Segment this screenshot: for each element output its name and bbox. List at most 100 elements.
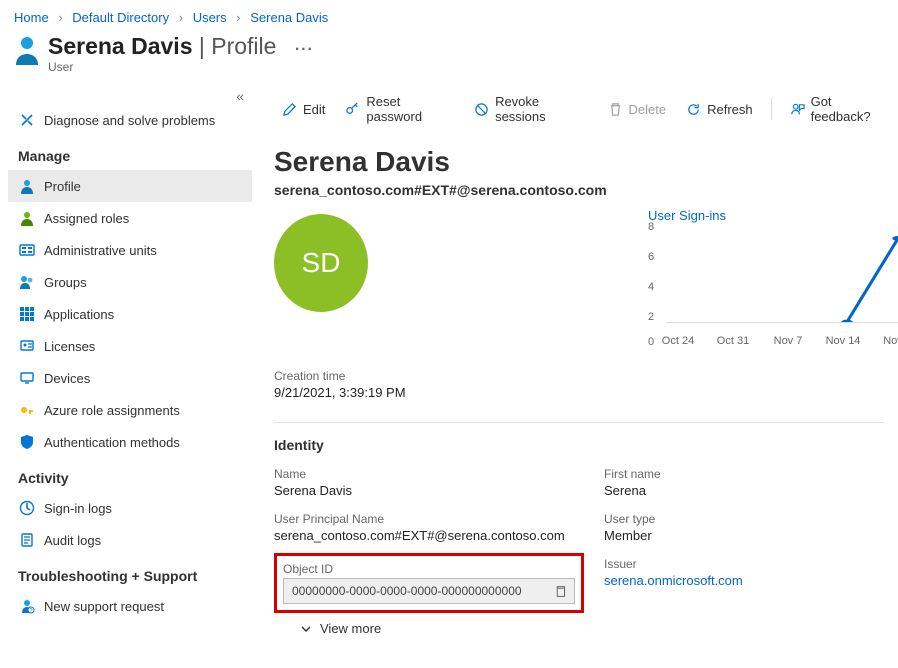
- separator: [771, 98, 772, 120]
- chevron-down-icon: [300, 623, 312, 635]
- page-title-section: Profile: [211, 33, 276, 59]
- button-label: Edit: [303, 102, 325, 117]
- avatar: SD: [274, 214, 368, 312]
- sidebar-item-label: Assigned roles: [44, 211, 129, 226]
- revoke-sessions-button[interactable]: Revoke sessions: [466, 90, 595, 128]
- button-label: Got feedback?: [811, 94, 890, 124]
- copy-icon[interactable]: [552, 583, 568, 599]
- delete-button: Delete: [600, 98, 675, 121]
- x-tick: Nov 14: [826, 335, 861, 347]
- admin-units-icon: [18, 241, 36, 259]
- refresh-button[interactable]: Refresh: [678, 98, 761, 121]
- sidebar: « Diagnose and solve problems Manage Pro…: [0, 84, 258, 640]
- y-tick: 6: [648, 251, 654, 263]
- field-value-firstname: Serena: [604, 483, 898, 498]
- y-tick: 4: [648, 281, 654, 293]
- profile-icon: [18, 177, 36, 195]
- sidebar-item-signin-logs[interactable]: Sign-in logs: [8, 492, 252, 524]
- creation-time-value: 9/21/2021, 3:39:19 PM: [274, 385, 898, 400]
- chart-title-link[interactable]: User Sign-ins: [648, 208, 898, 223]
- edit-button[interactable]: Edit: [274, 98, 333, 121]
- y-tick: 2: [648, 311, 654, 323]
- x-tick: Oct 31: [717, 335, 749, 347]
- sidebar-item-licenses[interactable]: Licenses: [8, 330, 252, 362]
- field-label-firstname: First name: [604, 467, 898, 481]
- user-icon: [14, 33, 44, 67]
- page-title: Serena Davis | Profile ···: [48, 33, 884, 60]
- sidebar-item-label: Authentication methods: [44, 435, 180, 450]
- sidebar-item-label: Devices: [44, 371, 90, 386]
- breadcrumb-item[interactable]: Default Directory: [72, 10, 169, 25]
- field-label-name: Name: [274, 467, 584, 481]
- apps-icon: [18, 305, 36, 323]
- diagnose-icon: [18, 111, 36, 129]
- field-value-name: Serena Davis: [274, 483, 584, 498]
- identity-header: Identity: [274, 437, 898, 453]
- refresh-icon: [686, 102, 701, 117]
- sidebar-item-label: Groups: [44, 275, 87, 290]
- button-label: Revoke sessions: [495, 94, 587, 124]
- sidebar-item-admin-units[interactable]: Administrative units: [8, 234, 252, 266]
- groups-icon: [18, 273, 36, 291]
- audit-icon: [18, 531, 36, 549]
- sidebar-item-label: Audit logs: [44, 533, 101, 548]
- svg-text:?: ?: [30, 608, 33, 614]
- shield-icon: [18, 433, 36, 451]
- y-tick: 0: [648, 336, 654, 348]
- sidebar-item-label: Applications: [44, 307, 114, 322]
- roles-icon: [18, 209, 36, 227]
- sidebar-item-groups[interactable]: Groups: [8, 266, 252, 298]
- revoke-icon: [474, 102, 489, 117]
- sidebar-item-audit-logs[interactable]: Audit logs: [8, 524, 252, 556]
- sidebar-item-assigned-roles[interactable]: Assigned roles: [8, 202, 252, 234]
- sidebar-item-label: Profile: [44, 179, 81, 194]
- more-icon[interactable]: ···: [283, 41, 314, 58]
- breadcrumb-item[interactable]: Home: [14, 10, 49, 25]
- key-icon: [345, 102, 360, 117]
- support-icon: ?: [18, 597, 36, 615]
- collapse-sidebar-button[interactable]: «: [8, 88, 258, 104]
- signin-icon: [18, 499, 36, 517]
- breadcrumb: Home › Default Directory › Users › Seren…: [0, 0, 898, 29]
- sidebar-item-applications[interactable]: Applications: [8, 298, 252, 330]
- key-icon: [18, 401, 36, 419]
- sidebar-item-profile[interactable]: Profile: [8, 170, 252, 202]
- sidebar-item-label: Diagnose and solve problems: [44, 113, 215, 128]
- feedback-icon: [790, 102, 805, 117]
- view-more-label: View more: [320, 621, 381, 636]
- sidebar-item-auth-methods[interactable]: Authentication methods: [8, 426, 252, 458]
- button-label: Reset password: [366, 94, 454, 124]
- field-value-issuer[interactable]: serena.onmicrosoft.com: [604, 573, 743, 588]
- field-label-usertype: User type: [604, 512, 898, 526]
- creation-time-label: Creation time: [274, 369, 898, 383]
- x-tick: Nov 7: [774, 335, 803, 347]
- x-tick: Oct 24: [662, 335, 694, 347]
- command-bar: Edit Reset password Revoke sessions Dele…: [274, 88, 898, 136]
- sidebar-item-support[interactable]: ? New support request: [8, 590, 252, 622]
- button-label: Delete: [629, 102, 667, 117]
- sidebar-item-label: New support request: [44, 599, 164, 614]
- devices-icon: [18, 369, 36, 387]
- breadcrumb-item[interactable]: Serena Davis: [250, 10, 328, 25]
- divider: [274, 422, 884, 423]
- field-label-objectid: Object ID: [283, 562, 575, 576]
- page-title-name: Serena Davis: [48, 33, 192, 59]
- reset-password-button[interactable]: Reset password: [337, 90, 462, 128]
- field-value-usertype: Member: [604, 528, 898, 543]
- y-tick: 8: [648, 221, 654, 233]
- feedback-button[interactable]: Got feedback?: [782, 90, 898, 128]
- field-value-upn: serena_contoso.com#EXT#@serena.contoso.c…: [274, 528, 584, 543]
- sidebar-item-devices[interactable]: Devices: [8, 362, 252, 394]
- sidebar-item-diagnose[interactable]: Diagnose and solve problems: [8, 104, 252, 136]
- view-more-button[interactable]: View more: [274, 613, 381, 640]
- object-id-input[interactable]: [290, 583, 552, 599]
- profile-upn: serena_contoso.com#EXT#@serena.contoso.c…: [274, 182, 898, 198]
- licenses-icon: [18, 337, 36, 355]
- chevron-right-icon: ›: [236, 10, 240, 25]
- sidebar-item-azure-roles[interactable]: Azure role assignments: [8, 394, 252, 426]
- x-tick: Nov: [883, 335, 898, 347]
- breadcrumb-item[interactable]: Users: [193, 10, 227, 25]
- chevron-right-icon: ›: [179, 10, 183, 25]
- page-subtitle: User: [48, 60, 884, 74]
- sidebar-item-label: Sign-in logs: [44, 501, 112, 516]
